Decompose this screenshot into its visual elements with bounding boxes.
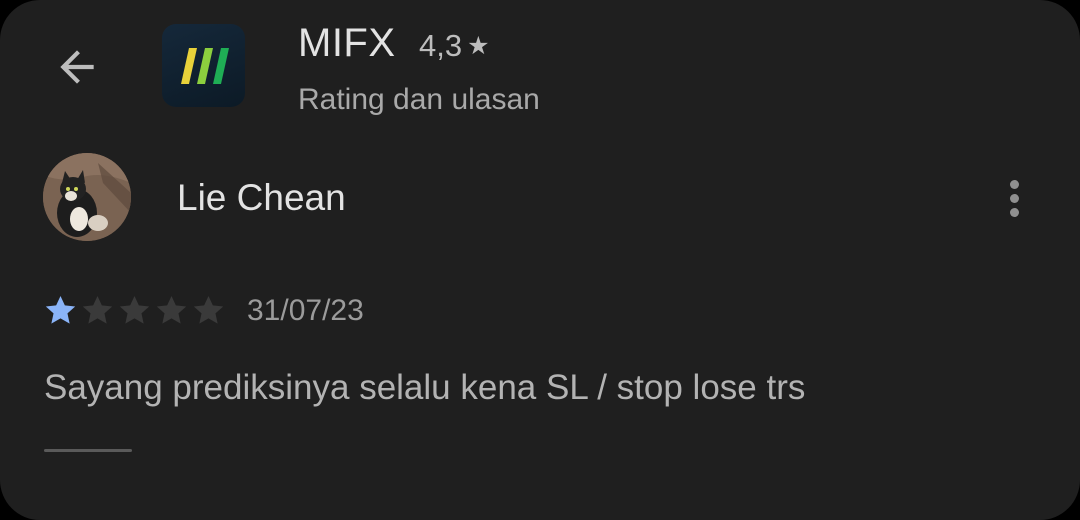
app-name: MIFX xyxy=(298,21,396,65)
app-rating-value: 4,3 xyxy=(419,28,463,63)
review-text: Sayang prediksinya selalu kena SL / stop… xyxy=(44,368,806,407)
reviewer-name: Lie Chean xyxy=(177,177,346,218)
review-star-rating xyxy=(42,293,227,329)
divider xyxy=(44,449,132,452)
star-icon: ★ xyxy=(467,32,490,60)
star-empty-icon xyxy=(156,296,187,324)
ratings-reviews-sheet: MIFX 4,3 ★ Rating dan ulasan Lie Chean 3… xyxy=(0,0,1080,520)
back-button[interactable] xyxy=(44,34,110,100)
star-empty-icon xyxy=(82,296,113,324)
mifx-logo-icon xyxy=(180,47,229,84)
app-icon xyxy=(162,24,245,107)
star-empty-icon xyxy=(119,296,150,324)
app-rating: 4,3 ★ xyxy=(419,26,490,66)
review-date: 31/07/23 xyxy=(247,294,364,327)
avatar xyxy=(43,153,131,241)
more-vert-icon xyxy=(1009,179,1019,217)
page-subtitle: Rating dan ulasan xyxy=(298,83,540,116)
star-empty-icon xyxy=(193,296,224,324)
more-options-button[interactable] xyxy=(994,172,1034,224)
back-arrow-icon xyxy=(60,50,94,84)
star-filled-icon xyxy=(45,296,76,324)
reviewer-avatar-image xyxy=(43,153,131,241)
